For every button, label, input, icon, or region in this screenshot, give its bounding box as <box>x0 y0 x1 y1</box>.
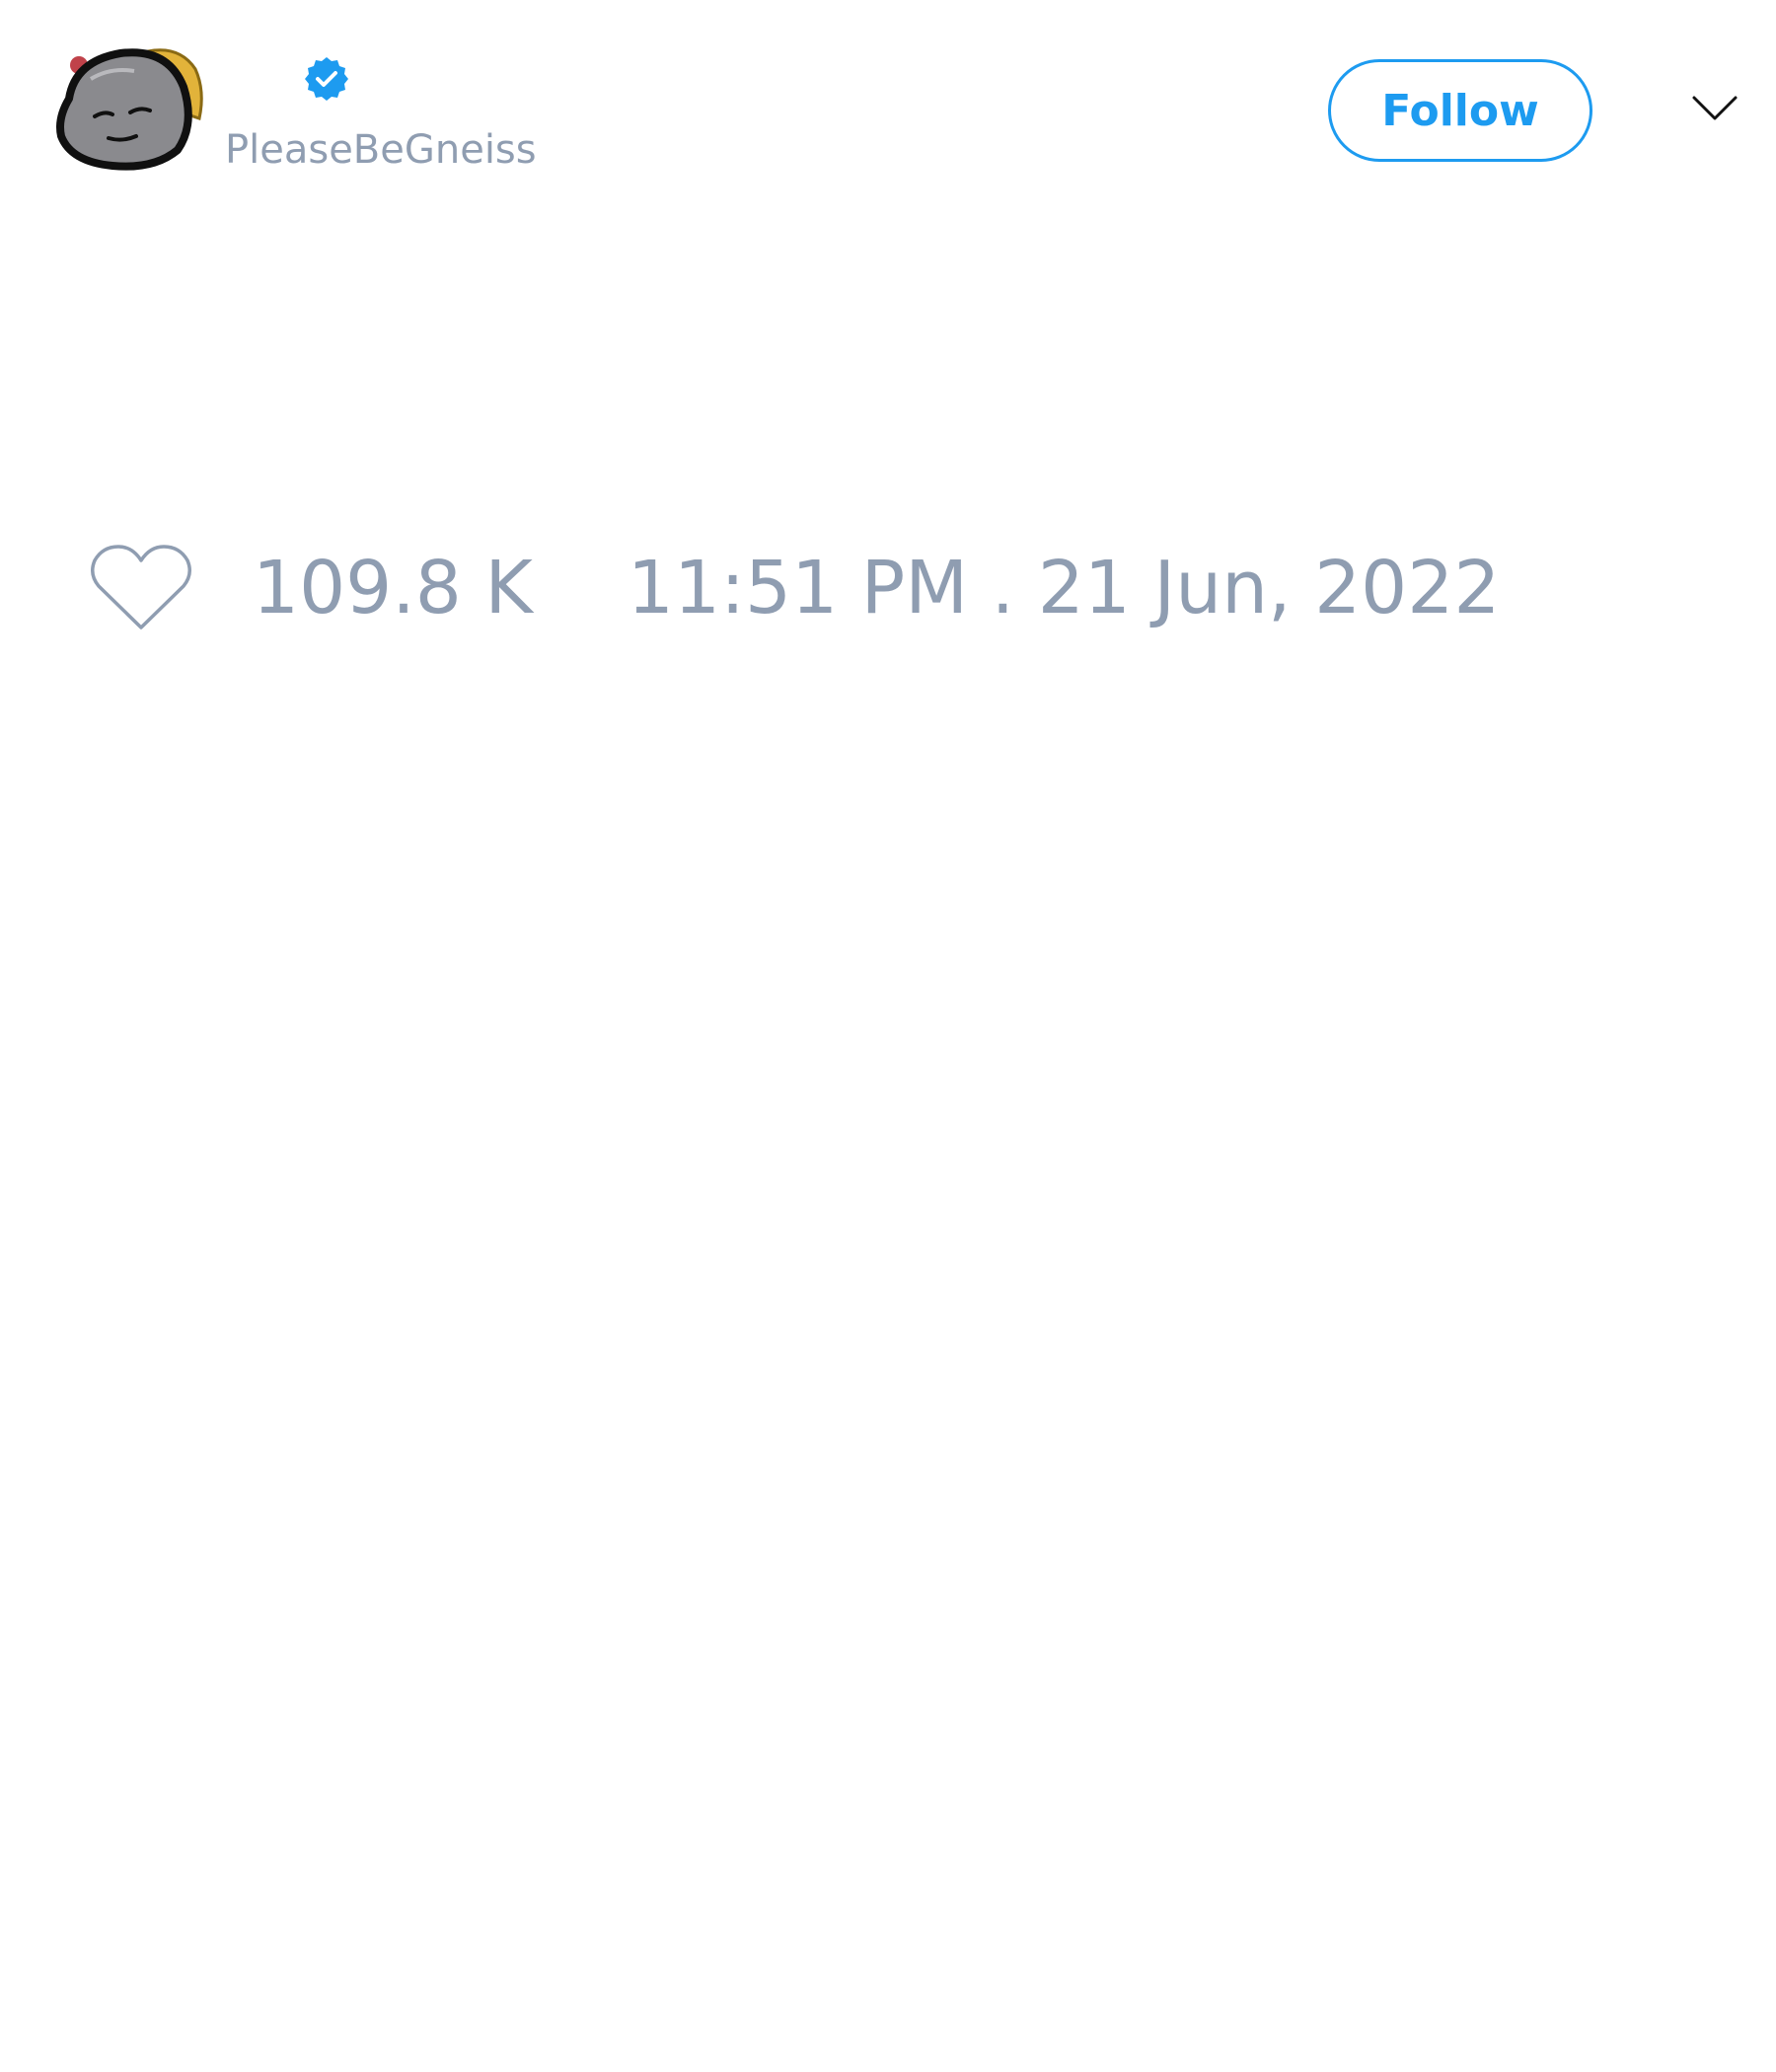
avatar[interactable] <box>51 39 209 173</box>
verified-badge-icon <box>303 55 350 103</box>
chevron-down-icon[interactable] <box>1691 95 1739 122</box>
follow-button[interactable]: Follow <box>1328 59 1592 162</box>
author-handle[interactable]: PleaseBeGneiss <box>225 126 537 174</box>
rock-face-avatar-icon <box>56 48 203 171</box>
tweet-timestamp[interactable]: 11:51 PM . 21 Jun, 2022 <box>628 546 1501 630</box>
heart-outline-icon[interactable] <box>89 543 193 633</box>
like-count: 109.8 K <box>253 546 533 630</box>
tweet-stats-row: 109.8 K 11:51 PM . 21 Jun, 2022 <box>89 543 1500 633</box>
tweet-card: PleaseBeGneiss Follow 109.8 K 11:51 PM .… <box>0 0 1776 2072</box>
